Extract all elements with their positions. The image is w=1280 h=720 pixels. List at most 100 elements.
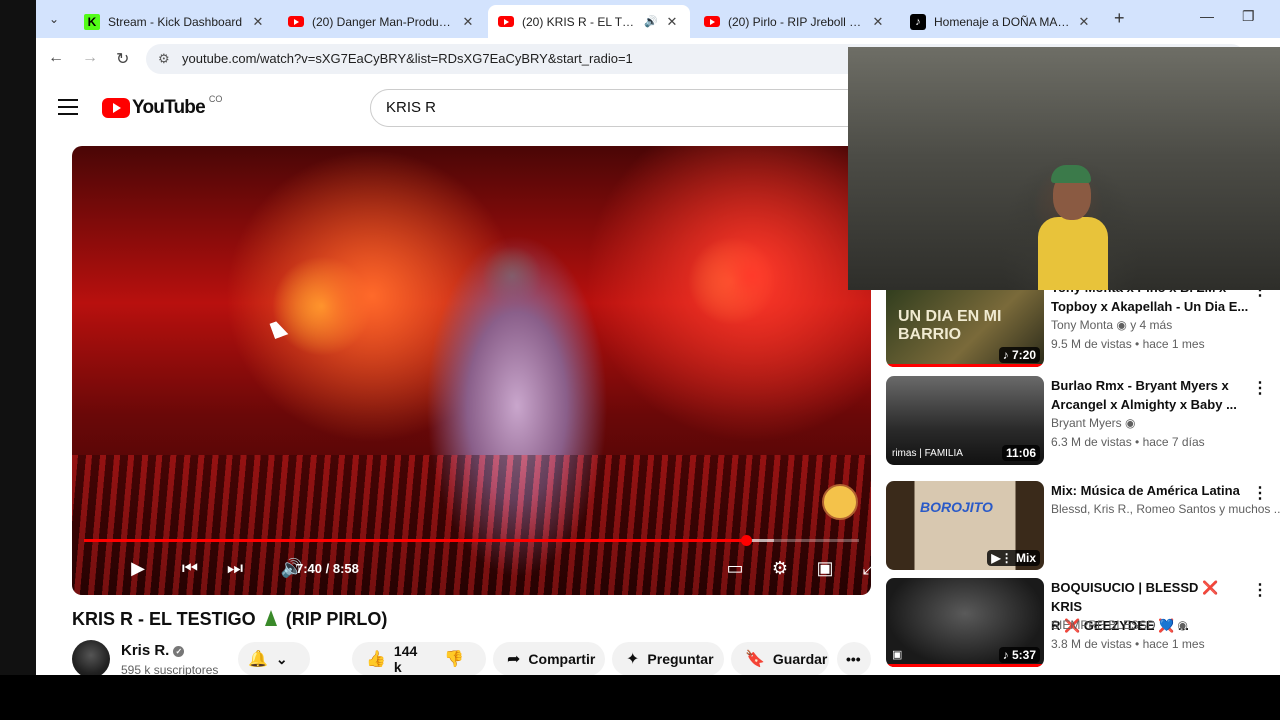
progress-bar[interactable] [84,535,859,546]
recommendation-item[interactable]: rimas | FAMILIA 11:06 Burlao Rmx - Bryan… [886,376,1280,466]
channel-avatar[interactable] [72,640,110,675]
like-dislike-group: 👍 144 k 👎 [352,642,486,675]
site-info-icon[interactable]: ⚙ [158,51,170,67]
previous-icon[interactable]: ⏮ [178,556,202,580]
notifications-button[interactable]: 🔔 ⌄ [238,642,310,675]
more-horizontal-icon: ••• [846,651,861,667]
channel-text: SIEMPRE BLESSD 💙 [1051,618,1174,632]
recommendation-channel[interactable]: Bryant Myers ◉ [1051,416,1136,430]
tab-danger-man[interactable]: (20) Danger Man-Producto D ✕ [278,5,486,38]
recommendation-meta: 3.8 M de vistas • hace 1 mes [1051,637,1205,651]
theater-mode-icon[interactable]: ▣ [813,556,837,580]
bell-icon: 🔔 [248,651,268,668]
youtube-icon [498,14,514,30]
channel-text: Bryant Myers [1051,416,1122,430]
duration-badge: ▶⋮ Mix [987,550,1040,566]
tab-homenaje[interactable]: ♪ Homenaje a DOÑA MARTA: ✕ [900,5,1102,38]
fullscreen-icon[interactable]: ⤢ [858,556,871,580]
bookmark-icon: 🔖 [745,651,765,668]
video-player[interactable]: ▶ ⏮ ⏭ 🔊 7:40 / 8:58 ▭ ⚙ ▣ ⤢ [72,146,871,595]
left-dark-strip [0,0,36,675]
thumbnail-text: UN DIA EN MI BARRIO [898,308,1002,343]
more-actions-button[interactable]: ••• [837,642,871,675]
recommendation-meta: 6.3 M de vistas • hace 7 días [1051,435,1205,449]
recommendation-channel[interactable]: SIEMPRE BLESSD 💙 ◉ [1051,618,1188,632]
tab-pirlo-rip[interactable]: (20) Pirlo - RIP Jreboll (La Ca ✕ [694,5,896,38]
close-icon[interactable]: ✕ [1076,14,1092,30]
duration-badge: ♪ 7:20 [998,347,1040,363]
video-thumbnail[interactable]: rimas | FAMILIA 11:06 [886,376,1044,465]
recommendation-item[interactable]: BOROJITO ▶⋮ Mix Mix: Música de América L… [886,481,1280,571]
verified-icon: ◉ [1125,416,1136,430]
close-icon[interactable]: ✕ [870,14,886,30]
recommendation-channel[interactable]: Tony Monta ◉ y 4 más [1051,318,1172,332]
youtube-logo[interactable]: YouTube CO [102,94,222,119]
youtube-icon [288,14,304,30]
recommendation-title[interactable]: Burlao Rmx - Bryant Myers x Arcangel x Al… [1051,376,1251,414]
search-value: KRIS R [386,99,437,116]
speaker-icon[interactable]: 🔊 [644,15,658,28]
new-tab-button[interactable]: + [1114,8,1125,29]
thumbnail-text: BOROJITO [920,499,993,515]
video-thumbnail[interactable]: BOROJITO ▶⋮ Mix [886,481,1044,570]
thumbnail-text: rimas | FAMILIA [892,448,963,459]
url-text[interactable]: youtube.com/watch?v=sXG7EaCyBRY&list=RDs… [182,51,633,66]
watched-progress-bar [886,664,1044,667]
hamburger-menu-icon[interactable] [58,99,78,115]
channel-name-text: Kris R. [121,642,170,659]
more-vertical-icon[interactable]: ⋮ [1252,378,1268,398]
close-icon[interactable]: ✕ [250,14,266,30]
maximize-button[interactable]: ❐ [1242,8,1255,25]
subtitles-icon[interactable]: ▭ [723,556,747,580]
video-thumbnail[interactable]: UN DIA EN MI BARRIO ♪ 7:20 [886,278,1044,367]
verified-icon: ✓ [173,646,185,657]
more-vertical-icon[interactable]: ⋮ [1252,483,1268,503]
tab-title: Stream - Kick Dashboard [108,14,243,29]
recommendation-item[interactable]: ▣ ♪ 5:37 BOQUISUCIO | BLESSD ❌ KRIS R ❌ G… [886,578,1280,668]
play-icon[interactable]: ▶ [126,556,150,580]
settings-gear-icon[interactable]: ⚙ [768,556,792,580]
webcam-overlay [848,47,1280,290]
thumbs-up-icon[interactable]: 👍 [366,649,386,669]
share-button[interactable]: ➦ Compartir [493,642,605,675]
chevron-down-icon: ⌄ [275,650,288,667]
youtube-play-icon [102,98,130,118]
thumbs-down-icon[interactable]: 👎 [444,649,464,669]
tab-search-button[interactable]: ⌄ [42,7,66,31]
recommendation-title[interactable]: Mix: Música de América Latina [1051,481,1251,500]
channel-name[interactable]: Kris R. ✓ [121,642,185,659]
video-thumbnail[interactable]: ▣ ♪ 5:37 [886,578,1044,667]
close-icon[interactable]: ✕ [460,14,476,30]
back-arrow-icon[interactable]: ← [48,49,64,67]
ask-button[interactable]: ✦ Preguntar [612,642,724,675]
tab-title: (20) Pirlo - RIP Jreboll (La Ca [728,14,864,29]
minimize-button[interactable]: — [1200,8,1214,24]
tab-kris-r-el-testigo[interactable]: (20) KRIS R - EL TESTIGO 🔊 ✕ [488,5,690,38]
close-icon[interactable]: ✕ [664,14,680,30]
youtube-icon [704,14,720,30]
next-icon[interactable]: ⏭ [223,556,247,580]
tab-kick-dashboard[interactable]: K Stream - Kick Dashboard ✕ [74,5,276,38]
video-title: KRIS R - EL TESTIGO (RIP PIRLO) [72,609,387,630]
sparkle-icon: ✦ [626,651,640,668]
duration-text: Mix [1015,551,1036,565]
kick-icon: K [84,13,100,30]
played-bar [84,539,746,542]
channel-watermark[interactable] [822,484,858,520]
playlist-icon: ▣ [892,649,903,661]
recommendation-item[interactable]: UN DIA EN MI BARRIO ♪ 7:20 Tony Monta x … [886,278,1280,368]
search-input[interactable]: KRIS R [370,89,890,127]
save-button[interactable]: 🔖 Guardar [731,642,829,675]
title-line-1: Burlao Rmx - Bryant Myers x [1051,378,1229,393]
time-display: 7:40 / 8:58 [296,561,359,576]
like-count[interactable]: 144 k [394,643,424,675]
tiktok-icon: ♪ [910,13,926,30]
title-line-2: Topboy x Akapellah - Un Dia E... [1051,299,1249,314]
scrubber-handle[interactable] [740,535,752,546]
forward-arrow-icon[interactable]: → [82,49,98,67]
title-line-1: BOQUISUCIO | BLESSD ❌ KRIS [1051,580,1219,614]
reload-icon[interactable]: ↻ [116,49,129,69]
youtube-wordmark: YouTube [132,97,206,118]
more-vertical-icon[interactable]: ⋮ [1252,580,1268,600]
duration-badge: 11:06 [1001,445,1040,461]
